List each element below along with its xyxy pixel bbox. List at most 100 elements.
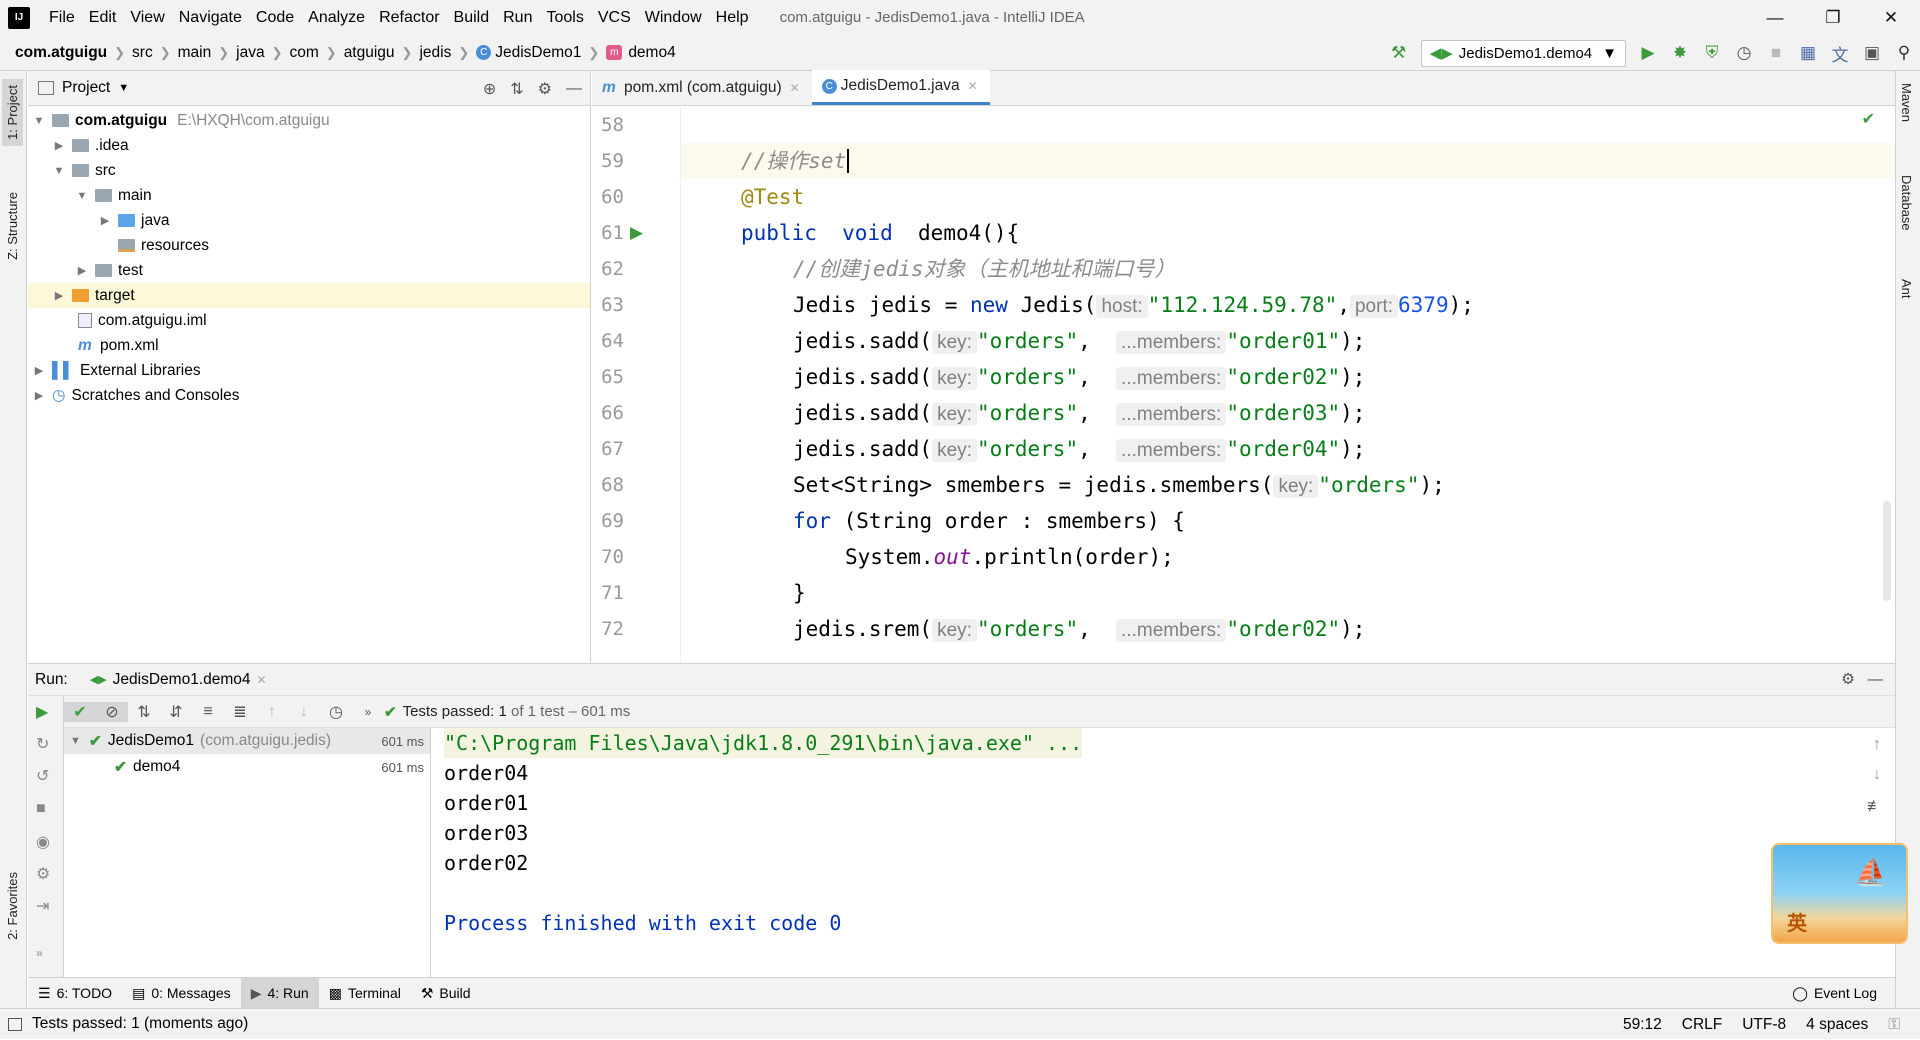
- tree-item[interactable]: ▶ test: [28, 258, 590, 283]
- profile-icon[interactable]: ◷: [1728, 35, 1760, 71]
- tree-item[interactable]: ▼ src: [28, 158, 590, 183]
- minimize-button[interactable]: —: [1746, 0, 1804, 35]
- indent-setting[interactable]: 4 spaces: [1806, 1016, 1868, 1034]
- menu-run[interactable]: Run: [496, 0, 539, 35]
- soft-wrap-icon[interactable]: ≢: [1867, 798, 1883, 816]
- gear-icon[interactable]: ⚙: [1841, 670, 1855, 689]
- hide-icon[interactable]: —: [1868, 671, 1884, 689]
- caret-position[interactable]: 59:12: [1623, 1016, 1662, 1034]
- tool-tab-event-log[interactable]: ◯ Event Log: [1782, 978, 1887, 1009]
- tree-item[interactable]: ▶ ▌▌ External Libraries: [28, 358, 590, 383]
- toggle-auto-test-icon[interactable]: ↺: [36, 766, 49, 786]
- sort-alpha-icon[interactable]: ⇅: [128, 702, 160, 722]
- tree-item[interactable]: ▶ ◷ Scratches and Consoles: [28, 383, 590, 408]
- editor-scrollbar[interactable]: [1883, 501, 1891, 601]
- show-passed-icon[interactable]: ✔: [64, 701, 96, 722]
- tree-item[interactable]: m pom.xml: [28, 333, 590, 358]
- chevron-down-icon[interactable]: ▼: [118, 82, 129, 94]
- history-icon[interactable]: ◷: [320, 702, 352, 722]
- arrow-down-icon[interactable]: ↓: [1873, 766, 1881, 784]
- layout-icon[interactable]: ▣: [1856, 35, 1888, 71]
- chevron-down-icon[interactable]: ▼: [75, 190, 89, 202]
- sort-duration-icon[interactable]: ⇵: [160, 702, 192, 722]
- menu-analyze[interactable]: Analyze: [301, 0, 372, 35]
- tree-item[interactable]: com.atguigu.iml: [28, 308, 590, 333]
- tool-tab-structure[interactable]: Z: Structure: [2, 186, 23, 266]
- chevron-right-icon[interactable]: ▶: [75, 264, 89, 277]
- tree-item[interactable]: resources: [28, 233, 590, 258]
- more-icon[interactable]: »: [36, 946, 43, 960]
- settings-icon[interactable]: ⚙: [36, 864, 50, 884]
- menu-help[interactable]: Help: [709, 0, 756, 35]
- chevron-down-icon[interactable]: ▼: [52, 165, 66, 177]
- breadcrumb-item[interactable]: m demo4: [606, 44, 676, 62]
- tree-item[interactable]: ▶ java: [28, 208, 590, 233]
- close-icon[interactable]: ✕: [968, 79, 978, 93]
- menu-tools[interactable]: Tools: [539, 0, 590, 35]
- menu-vcs[interactable]: VCS: [591, 0, 638, 35]
- arrow-up-icon[interactable]: ↑: [256, 703, 288, 721]
- tool-tab-run[interactable]: ▶ 4: Run: [240, 977, 319, 1009]
- more-icon[interactable]: »: [352, 705, 384, 719]
- tab-jedisdemo1-java[interactable]: C JedisDemo1.java ✕: [811, 70, 990, 105]
- console-output[interactable]: "C:\Program Files\Java\jdk1.8.0_291\bin\…: [432, 728, 1833, 978]
- chevron-right-icon[interactable]: ▶: [52, 289, 66, 302]
- breadcrumb-item[interactable]: main ❯: [178, 44, 237, 62]
- arrow-down-icon[interactable]: ↓: [288, 703, 320, 721]
- build-hammer-icon[interactable]: ⚒: [1383, 35, 1415, 71]
- menu-view[interactable]: View: [123, 0, 171, 35]
- arrow-up-icon[interactable]: ↑: [1873, 736, 1881, 754]
- close-icon[interactable]: ✕: [790, 81, 800, 95]
- run-icon[interactable]: ▶: [1632, 35, 1664, 71]
- close-button[interactable]: ✕: [1862, 0, 1920, 35]
- menu-file[interactable]: File: [42, 0, 82, 35]
- rerun-failed-icon[interactable]: ↻: [36, 734, 49, 754]
- file-encoding[interactable]: UTF-8: [1742, 1016, 1786, 1034]
- menu-navigate[interactable]: Navigate: [172, 0, 249, 35]
- restore-button[interactable]: ❐: [1804, 0, 1862, 35]
- breadcrumb-item[interactable]: com ❯: [289, 44, 343, 62]
- expand-all-icon[interactable]: ≡: [192, 703, 224, 721]
- tool-tab-maven[interactable]: Maven: [1899, 83, 1914, 122]
- collapse-all-icon[interactable]: ⇅: [510, 79, 523, 99]
- translate-icon[interactable]: 文: [1824, 35, 1856, 71]
- code-editor[interactable]: //操作set @Test public void demo4(){ //创建j…: [680, 107, 1895, 663]
- line-separator[interactable]: CRLF: [1682, 1016, 1722, 1034]
- rerun-icon[interactable]: ▶: [36, 702, 48, 722]
- tree-item[interactable]: ▶ .idea: [28, 133, 590, 158]
- close-icon[interactable]: ✕: [257, 673, 267, 687]
- tree-item[interactable]: ▶ target: [28, 283, 590, 308]
- chevron-right-icon[interactable]: ▶: [32, 364, 46, 377]
- tool-tab-build[interactable]: ⚒ Build: [411, 978, 481, 1009]
- breadcrumb-item[interactable]: atguigu ❯: [344, 44, 420, 62]
- tree-item[interactable]: ▼ main: [28, 183, 590, 208]
- exit-icon[interactable]: ⇥: [36, 896, 49, 916]
- chevron-down-icon[interactable]: ▼: [32, 115, 46, 127]
- run-configuration-select[interactable]: ◀▶ JedisDemo1.demo4 ▼: [1420, 39, 1626, 67]
- project-structure-icon[interactable]: ▦: [1792, 35, 1824, 71]
- menu-window[interactable]: Window: [638, 0, 709, 35]
- tool-tab-messages[interactable]: ▤ 0: Messages: [122, 978, 241, 1009]
- project-view-select[interactable]: Project: [62, 79, 110, 97]
- menu-refactor[interactable]: Refactor: [372, 0, 446, 35]
- chevron-down-icon[interactable]: ▼: [70, 735, 81, 747]
- debug-icon[interactable]: ✸: [1664, 35, 1696, 71]
- breadcrumb-item[interactable]: com.atguigu ❯: [15, 44, 132, 62]
- run-test-gutter-icon[interactable]: ▶: [630, 223, 643, 243]
- collapse-all-icon[interactable]: ≣: [224, 702, 256, 722]
- camera-icon[interactable]: ◉: [36, 832, 50, 852]
- tool-tab-favorites[interactable]: 2: Favorites: [2, 866, 23, 946]
- show-ignored-icon[interactable]: ⊘: [96, 701, 128, 722]
- status-panel-icon[interactable]: [8, 1017, 22, 1031]
- search-icon[interactable]: ⚲: [1888, 35, 1920, 71]
- chevron-right-icon[interactable]: ▶: [32, 389, 46, 402]
- tab-pom-xml[interactable]: m pom.xml (com.atguigu) ✕: [592, 70, 812, 105]
- run-tab[interactable]: ◀▶ JedisDemo1.demo4 ✕: [90, 671, 267, 689]
- tree-item[interactable]: ▼ com.atguigu E:\HXQH\com.atguigu: [28, 108, 590, 133]
- hide-icon[interactable]: —: [566, 80, 582, 98]
- menu-build[interactable]: Build: [447, 0, 497, 35]
- tool-tab-todo[interactable]: ☰ 6: TODO: [28, 978, 122, 1009]
- ime-widget[interactable]: ⛵ 英: [1771, 843, 1908, 944]
- locate-icon[interactable]: ⊕: [483, 79, 496, 99]
- status-message[interactable]: Tests passed: 1 (moments ago): [32, 1015, 248, 1033]
